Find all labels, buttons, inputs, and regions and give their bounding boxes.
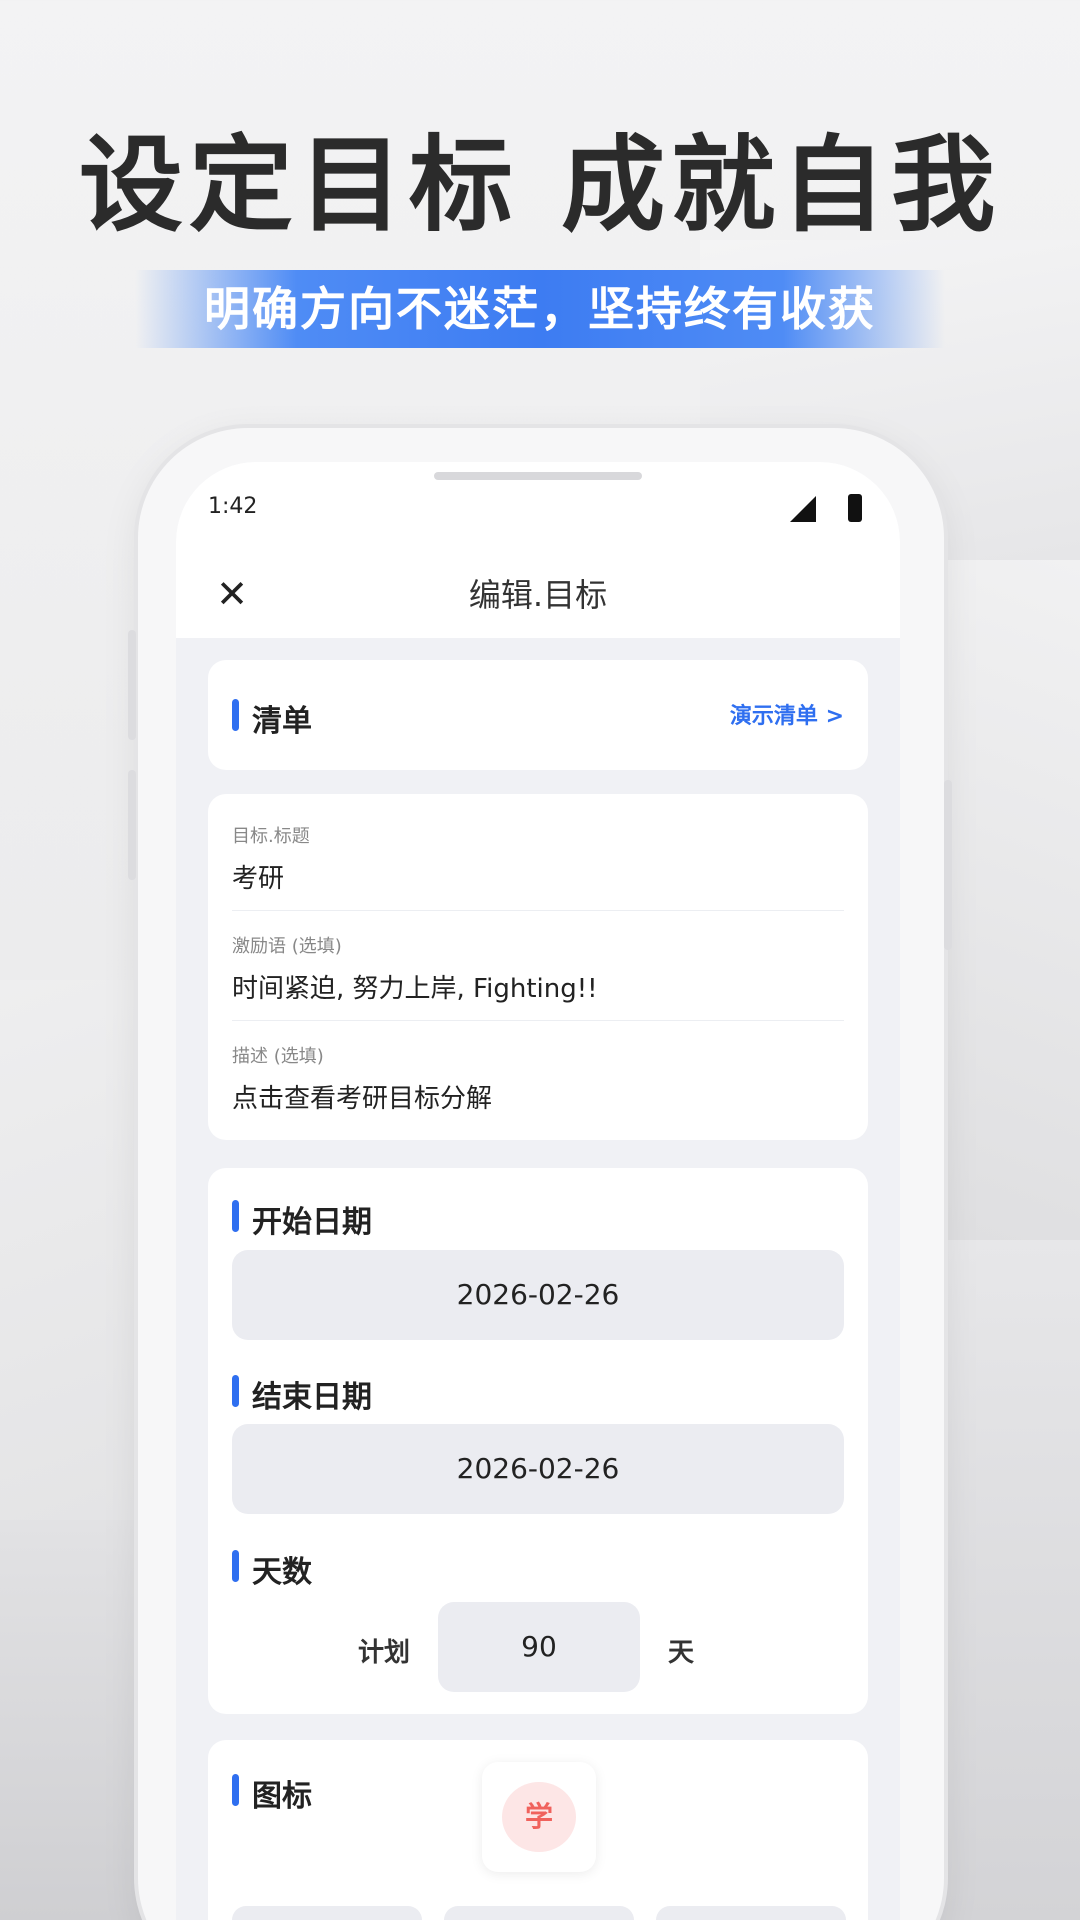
promo-subline: 明确方向不迷茫，坚持终有收获 bbox=[204, 282, 876, 336]
goal-fields-card: 目标.标题 考研 激励语 (选填) 时间紧迫, 努力上岸, Fighting!!… bbox=[208, 794, 868, 1140]
phone-side-button bbox=[128, 630, 136, 740]
plan-label: 计划 bbox=[358, 1638, 411, 1668]
section-accent-bar bbox=[232, 699, 239, 731]
description-label: 描述 (选填) bbox=[232, 1046, 324, 1067]
close-icon[interactable]: ✕ bbox=[210, 572, 254, 616]
icon-option[interactable] bbox=[444, 1906, 634, 1920]
icon-option[interactable] bbox=[656, 1906, 846, 1920]
section-accent-bar bbox=[232, 1375, 239, 1407]
list-title: 清单 bbox=[252, 704, 312, 739]
section-accent-bar bbox=[232, 1550, 239, 1582]
divider bbox=[232, 1020, 844, 1021]
goal-title-field[interactable]: 考研 bbox=[232, 858, 284, 895]
divider bbox=[232, 910, 844, 911]
icon-title: 图标 bbox=[252, 1779, 312, 1814]
start-date-picker[interactable]: 2026-02-26 bbox=[232, 1250, 844, 1340]
navbar: 编辑.目标 ✕ bbox=[176, 552, 900, 638]
days-unit: 天 bbox=[668, 1638, 695, 1668]
motto-field[interactable]: 时间紧迫, 努力上岸, Fighting!! bbox=[232, 968, 598, 1005]
phone-notch bbox=[434, 472, 642, 480]
days-title: 天数 bbox=[252, 1555, 312, 1590]
phone-side-button bbox=[944, 780, 952, 950]
status-bar: 1:42 bbox=[176, 462, 900, 552]
description-field[interactable]: 点击查看考研目标分解 bbox=[232, 1078, 492, 1115]
promo-subline-banner: 明确方向不迷茫，坚持终有收获 bbox=[135, 270, 945, 348]
promo-headline: 设定目标 成就自我 bbox=[78, 124, 1002, 246]
icon-card: 图标 学 bbox=[208, 1740, 868, 1920]
section-accent-bar bbox=[232, 1200, 239, 1232]
end-date-picker[interactable]: 2026-02-26 bbox=[232, 1424, 844, 1514]
phone-screen: 1:42 编辑.目标 ✕ 清单 演示清单 > 目标.标题 考研 激励语 (选填)… bbox=[176, 462, 900, 1920]
dates-card: 开始日期 2026-02-26 结束日期 2026-02-26 天数 计划 90… bbox=[208, 1168, 868, 1714]
goal-title-label: 目标.标题 bbox=[232, 826, 310, 847]
start-date-title: 开始日期 bbox=[252, 1205, 372, 1240]
battery-icon bbox=[848, 494, 862, 522]
demo-list-link[interactable]: 演示清单 > bbox=[730, 698, 844, 730]
selected-icon-tile[interactable]: 学 bbox=[482, 1762, 596, 1872]
icon-option[interactable] bbox=[232, 1906, 422, 1920]
status-time: 1:42 bbox=[208, 494, 258, 519]
page-title: 编辑.目标 bbox=[468, 576, 608, 614]
phone-side-button bbox=[128, 770, 136, 880]
list-card: 清单 演示清单 > bbox=[208, 660, 868, 770]
days-input[interactable]: 90 bbox=[438, 1602, 640, 1692]
study-icon: 学 bbox=[502, 1782, 576, 1852]
section-accent-bar bbox=[232, 1774, 239, 1806]
end-date-title: 结束日期 bbox=[252, 1380, 372, 1415]
signal-icon bbox=[790, 496, 816, 522]
motto-label: 激励语 (选填) bbox=[232, 936, 342, 957]
